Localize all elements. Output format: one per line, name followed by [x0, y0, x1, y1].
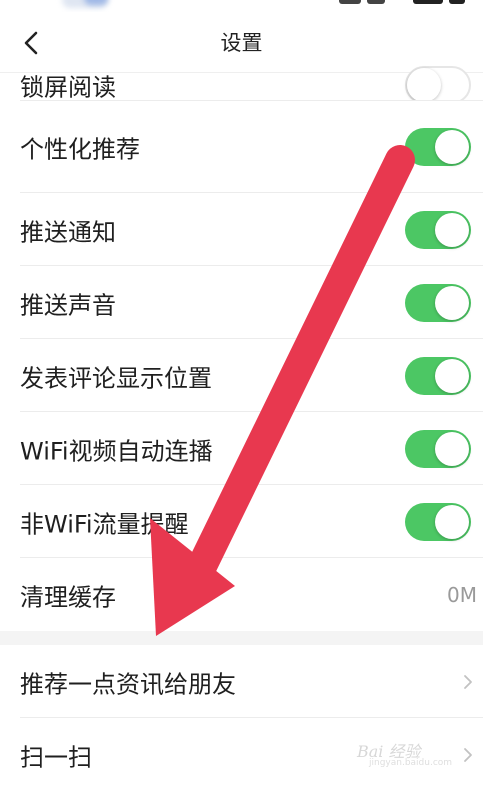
toggle-knob [435, 504, 469, 539]
page-title: 设置 [220, 31, 263, 55]
setting-row-push-notification[interactable]: 推送通知 [0, 193, 483, 266]
toggle-personalized-recommendation[interactable] [405, 128, 471, 166]
toggle-knob [435, 285, 469, 320]
setting-row-non-wifi-reminder[interactable]: 非WiFi流量提醒 [0, 485, 483, 558]
setting-row-comment-location[interactable]: 发表评论显示位置 [0, 339, 483, 412]
toggle-push-sound[interactable] [405, 283, 471, 322]
setting-label: 发表评论显示位置 [20, 364, 212, 392]
setting-label: 推送声音 [20, 291, 116, 319]
setting-row-push-sound[interactable]: 推送声音 [0, 266, 483, 339]
setting-label: WiFi视频自动连播 [20, 437, 213, 465]
toggle-knob [407, 68, 441, 102]
link-label: 推荐一点资讯给朋友 [20, 670, 236, 698]
settings-list: 锁屏阅读 个性化推荐 推送通知 推送声音 发表评论显示位置 WiFi视频自动连播… [0, 66, 483, 787]
toggle-lock-screen-reading[interactable] [405, 66, 471, 104]
link-row-recommend-to-friends[interactable]: 推荐一点资讯给朋友 [0, 645, 483, 718]
setting-row-wifi-autoplay[interactable]: WiFi视频自动连播 [0, 412, 483, 485]
settings-screen: 设置 锁屏阅读 个性化推荐 推送通知 推送声音 发表评论显示位置 WiFi视频自… [0, 0, 483, 787]
setting-row-personalized-recommendation[interactable]: 个性化推荐 [0, 101, 483, 193]
navigation-bar: 设置 [0, 12, 483, 73]
toggle-knob [435, 212, 469, 247]
toggle-push-notification[interactable] [405, 210, 471, 249]
chevron-right-icon [464, 674, 472, 689]
watermark-logo: Bai 经验 jingyan.baidu.com [353, 734, 453, 774]
status-icons [339, 0, 469, 6]
setting-row-lock-screen-reading[interactable]: 锁屏阅读 [0, 66, 483, 104]
toggle-comment-location[interactable] [405, 356, 471, 395]
setting-label: 非WiFi流量提醒 [20, 510, 189, 538]
link-label: 扫一扫 [20, 743, 92, 771]
chevron-right-icon [464, 747, 472, 762]
cache-size-value: 0M [447, 582, 477, 607]
watermark-subtext: jingyan.baidu.com [369, 758, 453, 768]
toggle-knob [435, 431, 469, 466]
toggle-wifi-autoplay[interactable] [405, 429, 471, 468]
toggle-knob [435, 130, 469, 164]
setting-label: 推送通知 [20, 218, 116, 246]
setting-label: 个性化推荐 [20, 135, 140, 164]
setting-row-clear-cache[interactable]: 清理缓存 0M [0, 558, 483, 631]
toggle-non-wifi-reminder[interactable] [405, 502, 471, 541]
setting-label: 锁屏阅读 [20, 73, 116, 102]
status-bar [0, 0, 483, 12]
section-separator [0, 631, 483, 645]
toggle-knob [435, 358, 469, 393]
setting-label: 清理缓存 [20, 583, 116, 611]
